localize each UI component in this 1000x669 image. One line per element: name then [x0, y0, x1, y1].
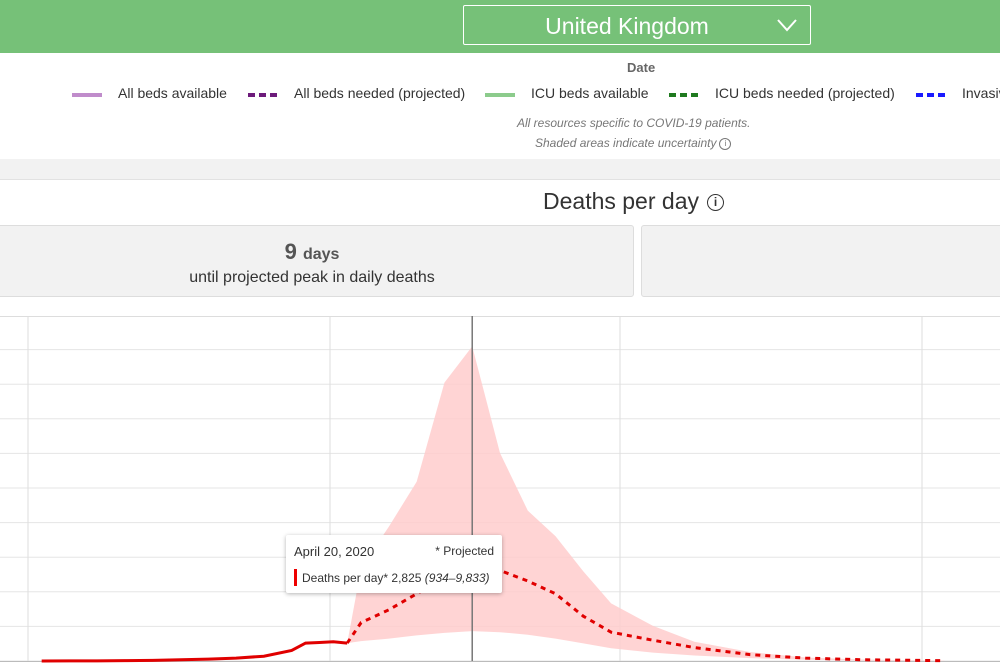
tooltip-range: (934–9,833) — [424, 571, 490, 585]
section-divider — [0, 159, 1000, 179]
uncertainty-band — [41, 346, 945, 661]
legend-label: ICU beds needed (projected) — [715, 85, 895, 101]
stat-number-unit: days — [302, 246, 340, 263]
tooltip-line: Deaths per day* 2,825 (934–9,833) — [302, 571, 490, 585]
legend-swatch — [669, 93, 699, 97]
chart-title-text: Deaths per day — [543, 188, 699, 214]
legend-panel: Date All beds available All beds needed … — [0, 53, 1000, 159]
note-uncertainty: Shaded areas indicate uncertainty i — [535, 136, 732, 150]
country-select-value: United Kingdom — [545, 13, 709, 39]
stat-number-value: 9 — [284, 239, 297, 264]
stat-number: 9 days — [0, 239, 633, 265]
tooltip-projected-flag: * Projected — [435, 544, 494, 558]
secondary-stat-box — [641, 225, 1000, 297]
chart-tooltip: April 20, 2020 * Projected Deaths per da… — [286, 535, 502, 593]
legend-label: All beds needed (projected) — [294, 85, 466, 101]
country-select[interactable]: United Kingdom — [463, 5, 811, 45]
tooltip-date: April 20, 2020 — [294, 544, 375, 559]
legend-swatch — [485, 93, 515, 97]
legend-label: ICU beds available — [531, 85, 649, 101]
legend-swatch — [248, 93, 278, 97]
legend-label: All beds available — [118, 85, 227, 101]
deaths-line-actual — [41, 640, 348, 663]
stat-text: until projected peak in daily deaths — [189, 269, 435, 286]
info-icon[interactable]: i — [706, 194, 724, 212]
note-covid-resources: All resources specific to COVID-19 patie… — [517, 116, 751, 130]
note-uncertainty-text: Shaded areas indicate uncertainty — [535, 136, 717, 150]
tooltip-series-color — [294, 569, 297, 586]
legend-title: Date — [627, 60, 656, 75]
info-icon[interactable]: i — [719, 137, 732, 150]
tooltip-value: 2,825 — [391, 571, 422, 585]
legend-swatch — [72, 93, 102, 97]
tooltip-series-label: Deaths per day* — [302, 571, 389, 585]
chevron-down-icon — [777, 19, 797, 32]
top-bar: United Kingdom — [0, 0, 1000, 53]
deaths-per-day-chart[interactable] — [0, 316, 1000, 668]
chart-title: Deaths per day i — [543, 188, 724, 215]
peak-stat-box: 9 days until projected peak in daily dea… — [0, 225, 634, 297]
legend-swatch — [916, 93, 946, 97]
legend-label: Invasiv — [962, 85, 1000, 101]
